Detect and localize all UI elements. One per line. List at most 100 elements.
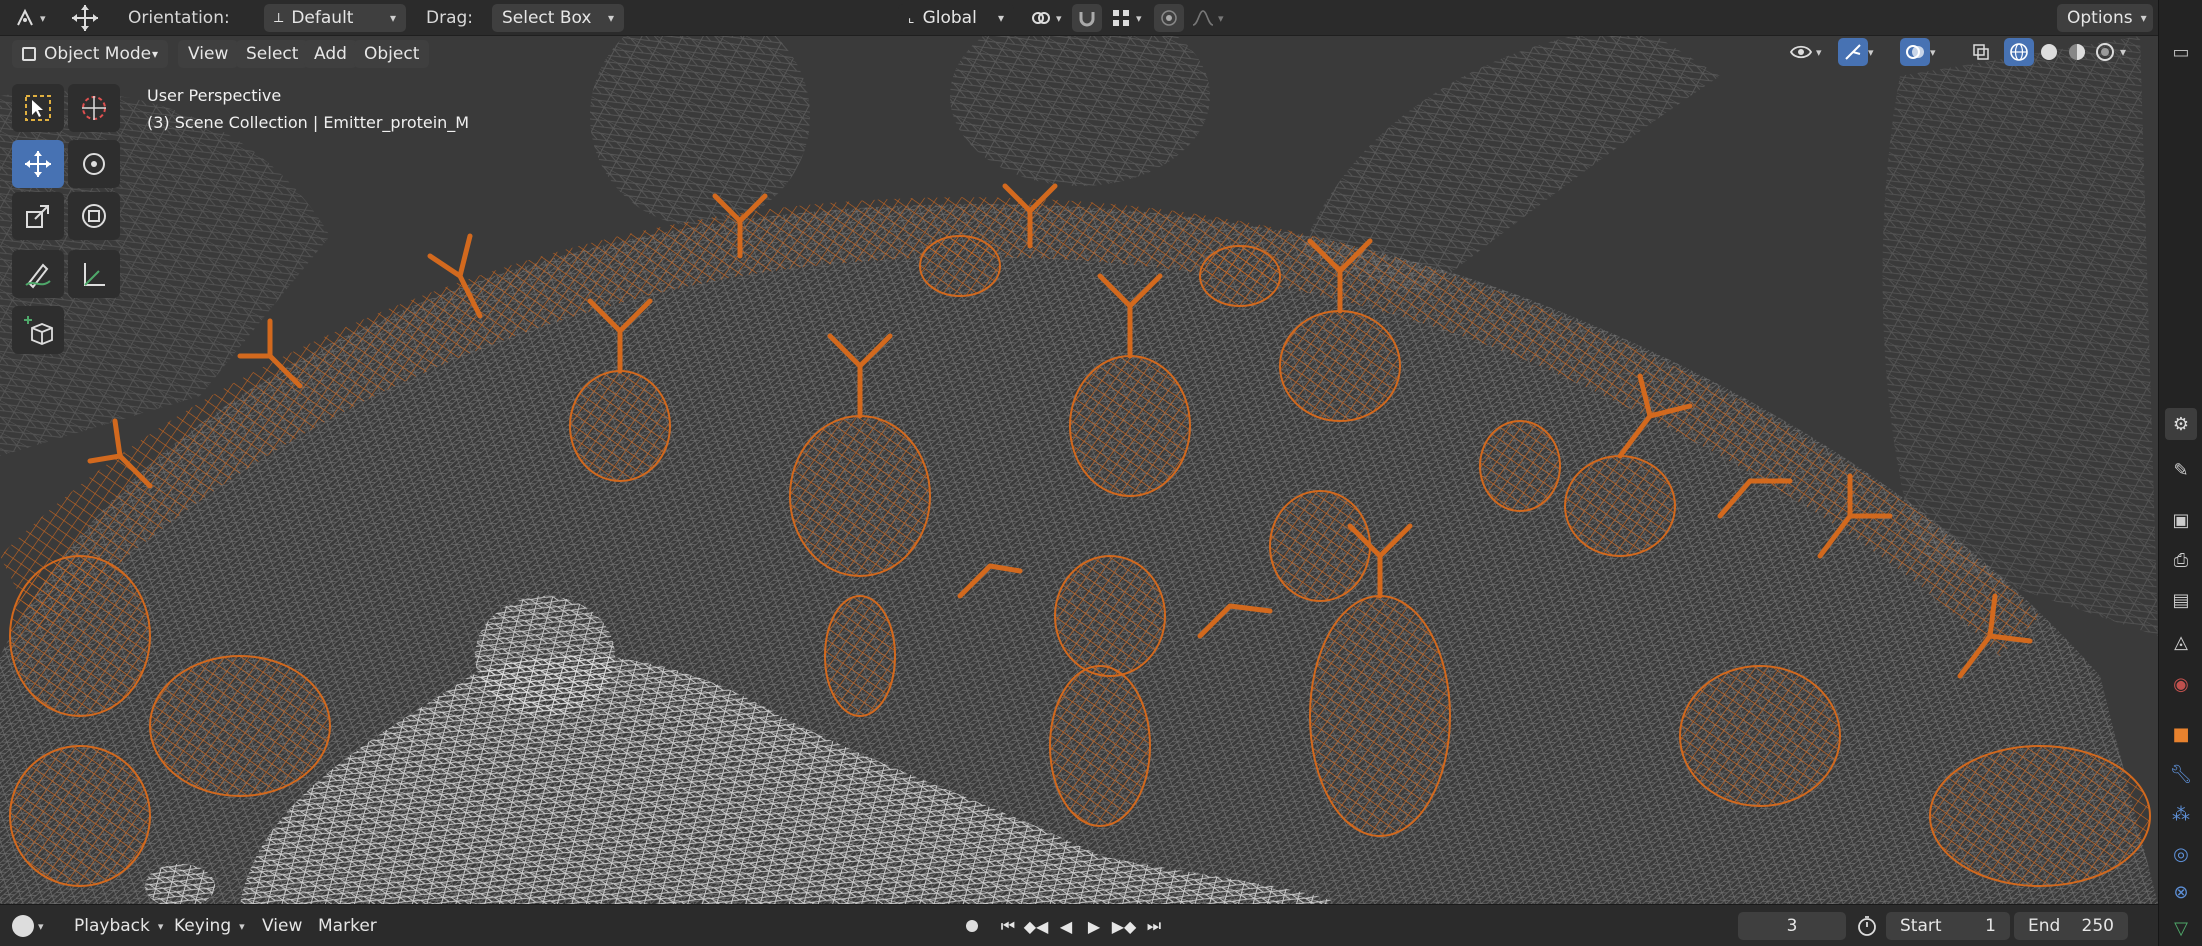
proportional-edit-icon[interactable] xyxy=(1154,4,1184,32)
falloff-curve-icon[interactable] xyxy=(1188,4,1218,32)
marker-menu[interactable]: Marker xyxy=(318,912,377,940)
chevron-down-icon: ▾ xyxy=(2140,11,2147,25)
printer-tab[interactable]: ⎙ xyxy=(2165,544,2197,576)
next-keyframe-button[interactable]: ▶◆ xyxy=(1110,912,1138,940)
measure-tool[interactable] xyxy=(68,250,120,298)
keying-menu[interactable]: Keying ▾ xyxy=(174,912,245,940)
toolbox-icon: ▭ xyxy=(2172,41,2190,63)
magnet-icon[interactable] xyxy=(1072,4,1102,32)
transform-tool[interactable] xyxy=(68,192,120,240)
solid-shading-icon[interactable] xyxy=(2034,38,2064,66)
mode-dropdown[interactable]: Object Mode ▾ xyxy=(12,40,168,68)
menu-object[interactable]: Object xyxy=(354,40,430,68)
physics-icon: ◎ xyxy=(2173,843,2189,865)
chevron-down-icon: ▾ xyxy=(997,11,1004,25)
scene-tab[interactable]: ◬ xyxy=(2165,626,2197,658)
shading-solid[interactable] xyxy=(2034,38,2064,66)
output-tab[interactable]: ▣ xyxy=(2165,504,2197,536)
shading-rendered[interactable] xyxy=(2090,38,2120,66)
add-cube-tool[interactable] xyxy=(12,306,64,354)
transform-gizmo-icon[interactable] xyxy=(10,4,40,32)
material-shading-icon[interactable] xyxy=(2062,38,2092,66)
transform-space-dropdown[interactable]: ⌞ Global ▾ xyxy=(898,4,1014,32)
physics-tab[interactable]: ◎ xyxy=(2165,838,2197,870)
view-layer-tab[interactable]: ▤ xyxy=(2165,584,2197,616)
image-icon: ▤ xyxy=(2172,589,2190,611)
cursor-tool[interactable] xyxy=(68,84,120,132)
particles-tab[interactable]: ⁂ xyxy=(2165,798,2197,830)
data-tab[interactable]: ▽ xyxy=(2165,912,2197,944)
orientation-dropdown[interactable]: ⟂ Default ▾ xyxy=(264,4,406,32)
proportional-edit-toggle[interactable] xyxy=(1154,4,1184,32)
rendered-shading-icon[interactable] xyxy=(2090,38,2120,66)
scene-collection-label: (3) Scene Collection | Emitter_protein_M xyxy=(147,113,470,132)
xray-icon[interactable] xyxy=(1966,38,1996,66)
start-frame-field[interactable]: Start 1 xyxy=(1886,912,2010,940)
xray-toggle[interactable] xyxy=(1966,38,1996,66)
jump-end-button[interactable]: ⏭ xyxy=(1140,912,1168,940)
overlay-icon[interactable] xyxy=(1900,38,1930,66)
timeline-view-menu[interactable]: View xyxy=(262,912,302,940)
timeline-editor-menu[interactable]: ▾ xyxy=(12,912,44,940)
grid-snap-icon[interactable] xyxy=(1106,4,1136,32)
end-frame-field[interactable]: End 250 xyxy=(2014,912,2128,940)
visibility-menu[interactable]: ▾ xyxy=(1786,38,1822,66)
annotate-tool[interactable] xyxy=(12,250,64,298)
menu-select[interactable]: Select xyxy=(236,40,309,68)
select-box-tool[interactable] xyxy=(12,84,64,132)
object-icon: ■ xyxy=(2172,723,2190,745)
falloff-menu[interactable]: ▾ xyxy=(1188,4,1224,32)
playback-menu[interactable]: Playback ▾ xyxy=(74,912,163,940)
play-button[interactable]: ▶ xyxy=(1080,912,1108,940)
shading-material[interactable] xyxy=(2062,38,2092,66)
viewport-header: Object Mode ▾ View Select Add Object ▾ ▾… xyxy=(0,36,2158,70)
chevron-down-icon: ▾ xyxy=(157,919,164,933)
3d-viewport[interactable]: Object Mode ▾ View Select Add Object ▾ ▾… xyxy=(0,36,2158,904)
pivot-point-menu[interactable]: ▾ xyxy=(1026,4,1062,32)
chevron-down-icon: ▾ xyxy=(151,47,158,61)
link-icon[interactable] xyxy=(1026,4,1056,32)
menu-view[interactable]: View xyxy=(178,40,239,68)
object-tab[interactable]: ■ xyxy=(2165,718,2197,750)
tool-settings-tab[interactable]: ▭ xyxy=(2165,36,2197,68)
scene-icon: ◬ xyxy=(2174,631,2188,653)
menu-add[interactable]: Add xyxy=(304,40,357,68)
record-button[interactable] xyxy=(958,912,986,940)
current-frame-field[interactable]: 3 xyxy=(1738,912,1846,940)
stopwatch-icon[interactable] xyxy=(1856,912,1878,940)
prev-keyframe-button[interactable]: ◆◀ xyxy=(1022,912,1050,940)
overlays-toggle[interactable]: ▾ xyxy=(1900,38,1936,66)
editor-type-menu[interactable]: ▾ xyxy=(10,4,46,32)
tool-tab[interactable]: ⚙ xyxy=(2165,408,2197,440)
rotate-icon xyxy=(83,153,105,175)
modifier-tab[interactable]: 🔧︎ xyxy=(2165,758,2197,790)
constraints-tab[interactable]: ⊗ xyxy=(2165,876,2197,908)
snap-toggle[interactable] xyxy=(1072,4,1102,32)
orientation-value: Default xyxy=(291,8,354,28)
play-reverse-icon: ◀ xyxy=(1059,916,1073,936)
move-arrows-icon xyxy=(25,151,51,177)
shading-options[interactable]: ▾ xyxy=(2120,38,2126,66)
wireframe-shading-icon[interactable] xyxy=(2004,38,2034,66)
eye-icon[interactable] xyxy=(1786,38,1816,66)
options-dropdown[interactable]: Options ▾ xyxy=(2057,4,2153,32)
move-tool[interactable] xyxy=(12,140,64,188)
render-tab[interactable]: ✎ xyxy=(2165,454,2197,486)
end-label: End xyxy=(2028,916,2061,936)
move-icon[interactable] xyxy=(70,4,100,32)
rotate-tool[interactable] xyxy=(68,140,120,188)
scale-tool[interactable] xyxy=(12,192,64,240)
particles-icon: ⁂ xyxy=(2172,803,2190,825)
wireframe-scene xyxy=(0,36,2158,904)
snap-target-menu[interactable]: ▾ xyxy=(1106,4,1142,32)
shading-wireframe[interactable] xyxy=(2004,38,2034,66)
play-reverse-button[interactable]: ◀ xyxy=(1052,912,1080,940)
world-tab[interactable]: ◉ xyxy=(2165,668,2197,700)
transform-space-value: Global xyxy=(922,8,977,28)
jump-start-button[interactable]: ⏮ xyxy=(994,912,1022,940)
chevron-down-icon[interactable]: ▾ xyxy=(2120,45,2126,59)
pencil-icon xyxy=(25,263,51,289)
drag-dropdown[interactable]: Select Box ▾ xyxy=(492,4,624,32)
gizmo-toggle[interactable]: ▾ xyxy=(1838,38,1874,66)
gizmo-icon[interactable] xyxy=(1838,38,1868,66)
